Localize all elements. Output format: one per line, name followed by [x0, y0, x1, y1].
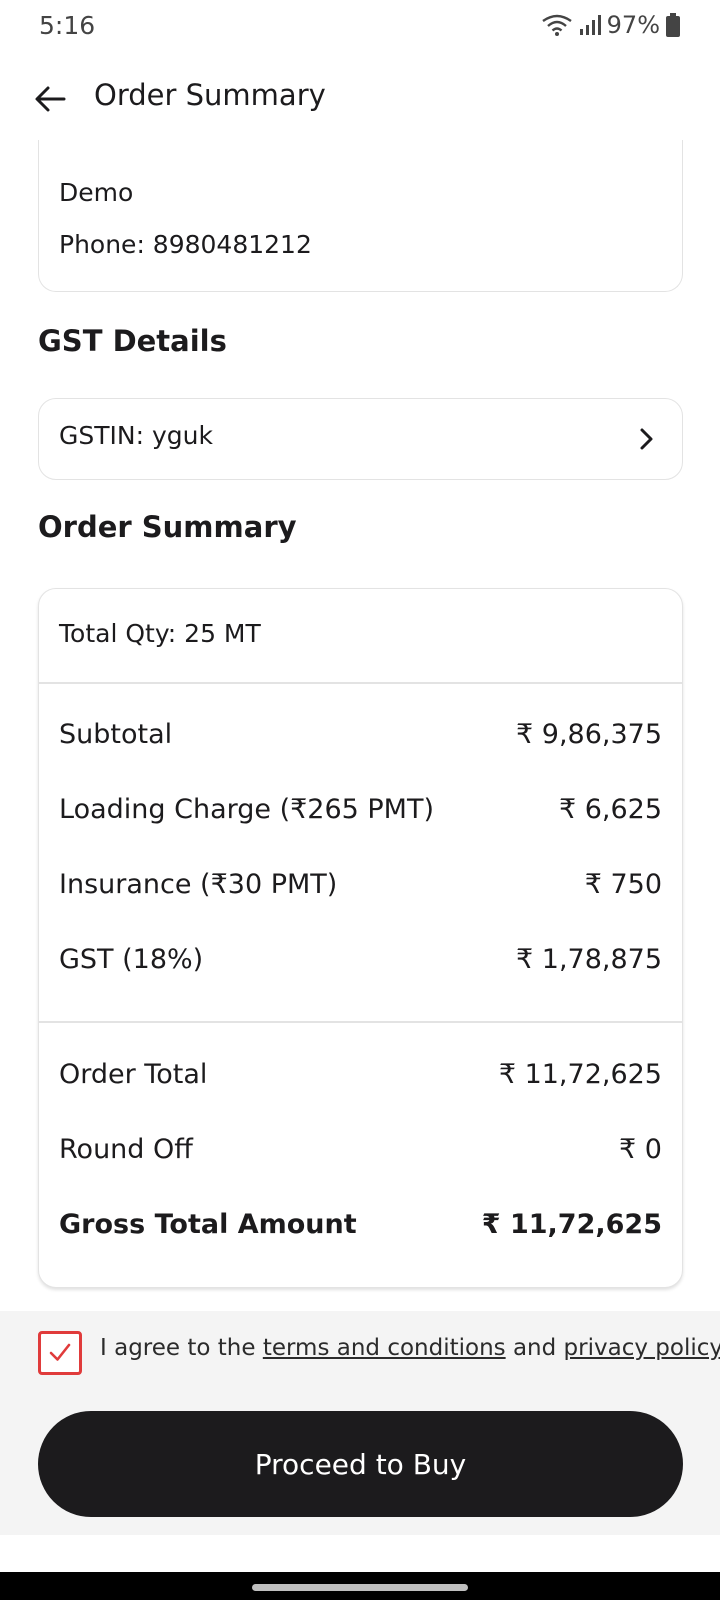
row-value: ₹ 9,86,375	[516, 719, 662, 750]
row-label: Order Total	[59, 1059, 208, 1090]
insurance-row: Insurance (₹30 PMT) ₹ 750	[59, 869, 662, 900]
row-label: Round Off	[59, 1134, 193, 1165]
app-bar: Order Summary	[0, 62, 720, 134]
arrow-left-icon	[35, 86, 66, 112]
checkout-panel: I agree to the terms and conditions and …	[0, 1311, 720, 1535]
row-value: ₹ 6,625	[558, 794, 662, 825]
status-icons: 97%	[541, 11, 680, 39]
gst-row: GST (18%) ₹ 1,78,875	[59, 944, 662, 975]
row-value: ₹ 11,72,625	[481, 1209, 662, 1240]
row-value: ₹ 750	[584, 869, 662, 900]
divider	[39, 1021, 682, 1023]
battery-percent: 97%	[606, 11, 660, 39]
row-label: Subtotal	[59, 719, 173, 750]
summary-section-title: Order Summary	[38, 510, 297, 544]
row-value: ₹ 11,72,625	[498, 1059, 662, 1090]
home-gesture-handle[interactable]	[252, 1584, 468, 1591]
row-label: GST (18%)	[59, 944, 204, 975]
status-bar: 5:16 97%	[0, 0, 720, 52]
terms-link[interactable]: terms and conditions	[263, 1335, 506, 1361]
privacy-link[interactable]: privacy policy	[564, 1335, 720, 1361]
address-name: Demo	[59, 178, 134, 207]
agreement-middle: and	[505, 1335, 564, 1361]
chevron-right-icon	[640, 428, 653, 450]
loading-charge-row: Loading Charge (₹265 PMT) ₹ 6,625	[59, 794, 662, 825]
gross-total-row: Gross Total Amount ₹ 11,72,625	[59, 1209, 662, 1240]
address-card: Demo Phone: 8980481212	[38, 140, 683, 292]
agree-checkbox[interactable]	[38, 1331, 82, 1375]
battery-icon	[666, 13, 680, 37]
wifi-icon	[541, 13, 573, 37]
total-qty: Total Qty: 25 MT	[59, 619, 261, 648]
signal-icon	[579, 14, 601, 36]
round-off-row: Round Off ₹ 0	[59, 1134, 662, 1165]
row-label: Gross Total Amount	[59, 1209, 357, 1240]
system-nav-bar	[0, 1572, 720, 1600]
row-label: Loading Charge (₹265 PMT)	[59, 794, 435, 825]
divider	[39, 682, 682, 684]
gstin-value: GSTIN: yguk	[59, 421, 213, 450]
row-value: ₹ 0	[619, 1134, 662, 1165]
agreement-text: I agree to the terms and conditions and …	[100, 1335, 720, 1361]
back-button[interactable]	[30, 78, 72, 120]
address-phone: Phone: 8980481212	[59, 230, 312, 259]
subtotal-row: Subtotal ₹ 9,86,375	[59, 719, 662, 750]
checkmark-icon	[49, 1343, 71, 1361]
status-time: 5:16	[39, 11, 96, 40]
order-total-row: Order Total ₹ 11,72,625	[59, 1059, 662, 1090]
gst-card[interactable]: GSTIN: yguk	[38, 398, 683, 480]
row-value: ₹ 1,78,875	[516, 944, 662, 975]
row-label: Insurance (₹30 PMT)	[59, 869, 338, 900]
gst-section-title: GST Details	[38, 324, 227, 358]
agreement-prefix: I agree to the	[100, 1335, 263, 1361]
order-summary-card: Total Qty: 25 MT Subtotal ₹ 9,86,375 Loa…	[38, 588, 683, 1288]
page-title: Order Summary	[94, 78, 326, 112]
proceed-to-buy-button[interactable]: Proceed to Buy	[38, 1411, 683, 1517]
